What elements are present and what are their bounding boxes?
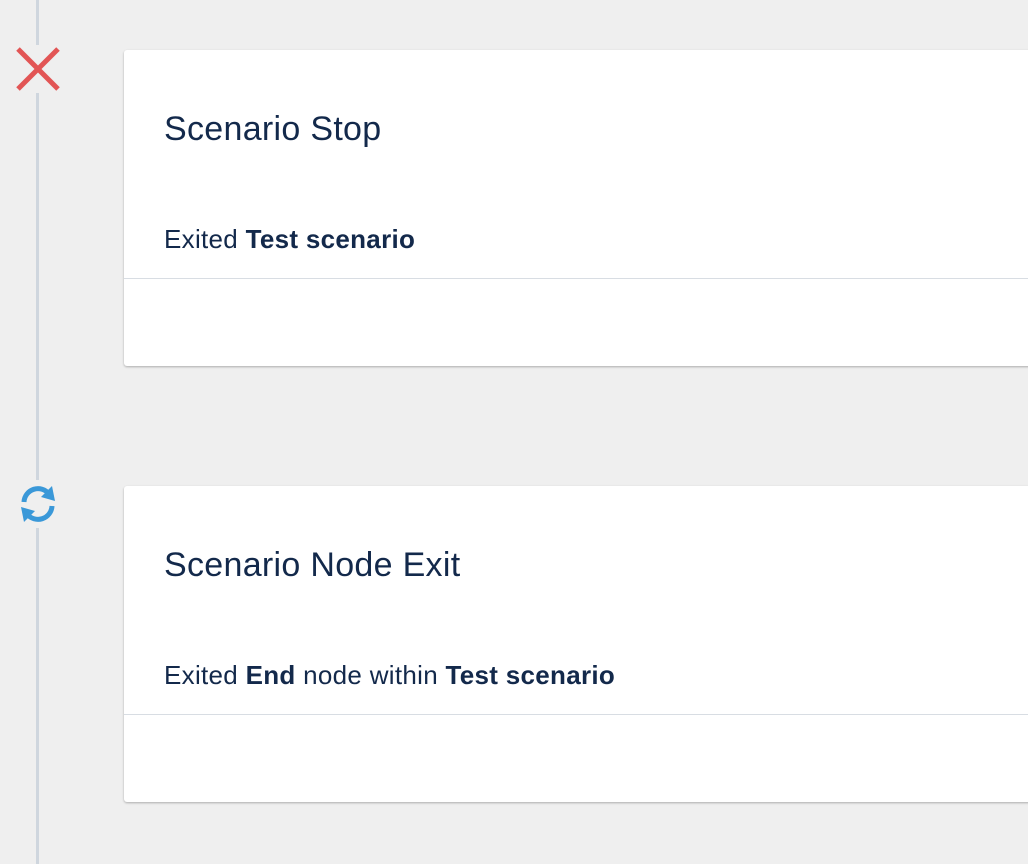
description-text: Exited <box>164 660 246 690</box>
event-title: Scenario Node Exit <box>164 546 461 584</box>
scenario-name: Test scenario <box>245 224 416 254</box>
description-text: node within <box>295 660 446 690</box>
timeline-line <box>36 0 39 864</box>
card-divider <box>124 278 1028 279</box>
event-title: Scenario Stop <box>164 110 382 148</box>
event-card-scenario-node-exit[interactable]: Scenario Node Exit Exited End node withi… <box>124 486 1028 802</box>
event-description: Exited End node within Test scenario <box>164 660 615 691</box>
node-name: End <box>245 660 296 690</box>
sync-icon <box>14 480 62 528</box>
event-card-scenario-stop[interactable]: Scenario Stop Exited Test scenario <box>124 50 1028 366</box>
card-divider <box>124 714 1028 715</box>
scenario-name: Test scenario <box>445 660 616 690</box>
event-description: Exited Test scenario <box>164 224 415 255</box>
close-icon <box>14 45 62 93</box>
description-text: Exited <box>164 224 246 254</box>
